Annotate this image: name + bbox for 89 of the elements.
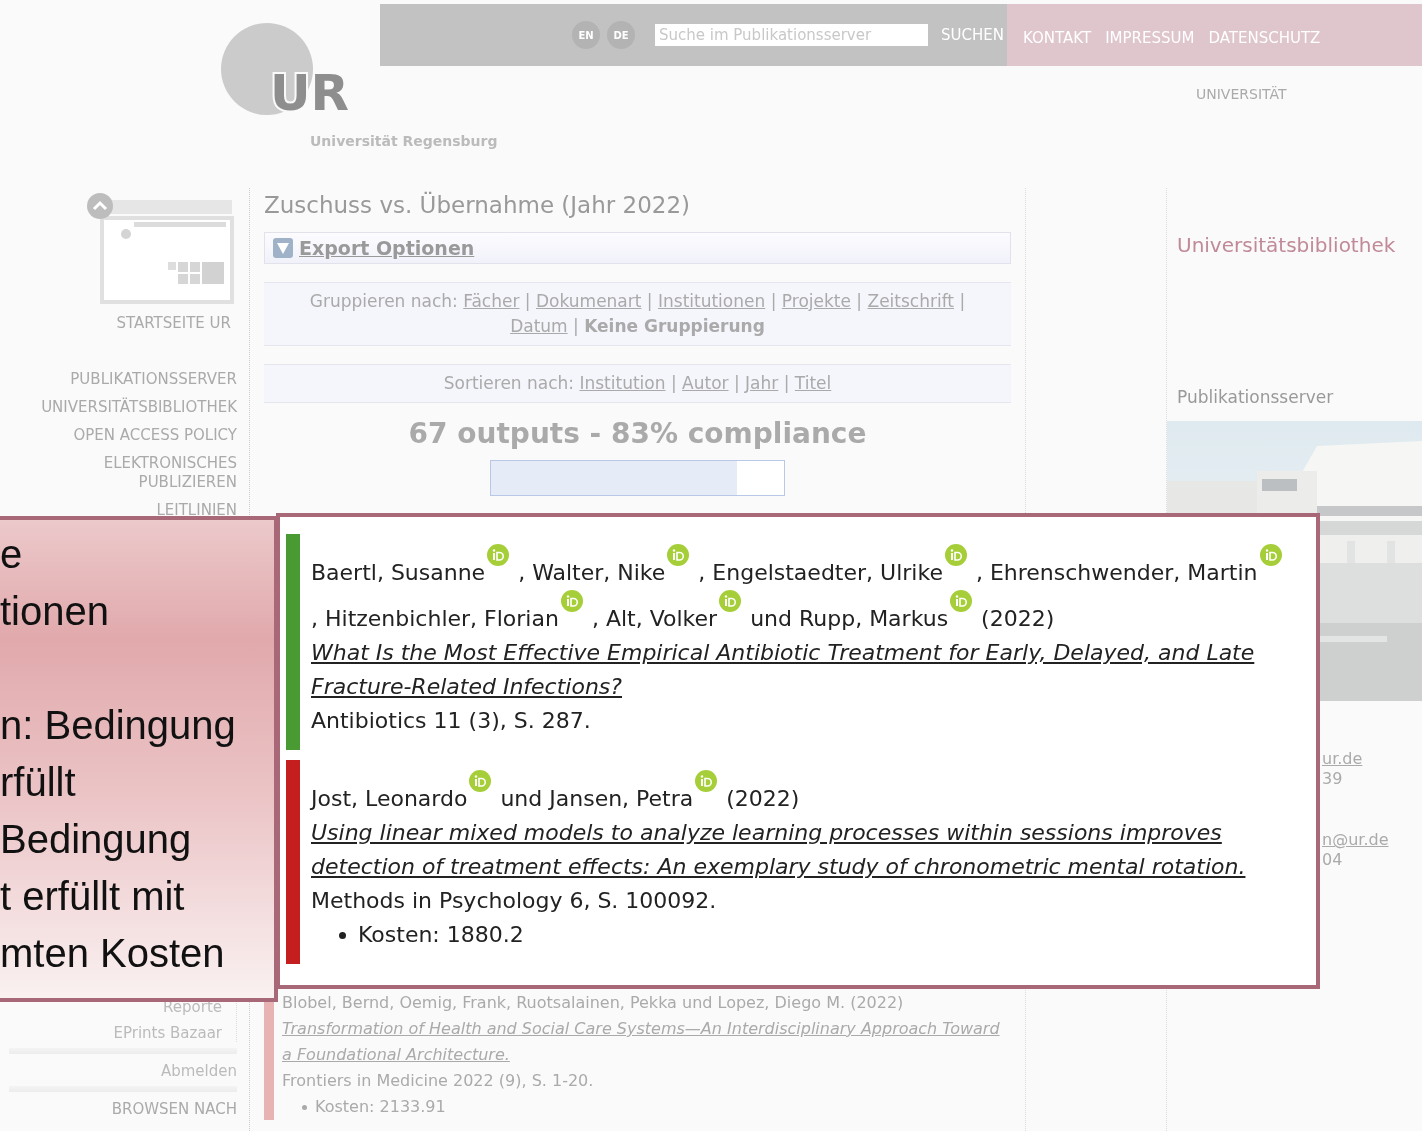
author-name: Baertl, Susanne [311,560,486,585]
publication-title-link[interactable]: Using linear mixed models to analyze learning processes within sessions improves detection of treatment effects: An exemplary study of chronometric mental rotation. [311,816,1286,884]
option-link[interactable]: Datum [510,316,568,336]
email-link[interactable]: ur.de [1322,749,1422,769]
separator: | [524,291,531,311]
compliance-summary: 67 outputs - 83% compliance [407,417,868,450]
selected-option[interactable]: Keine Gruppierung [584,316,765,336]
bullet-icon [302,1104,307,1110]
cost-text: Kosten: 2133.91 [315,1096,446,1118]
contact-text: 39 [1322,769,1344,789]
id-icon[interactable] [667,544,690,566]
option-label: Gruppieren nach: [309,291,458,311]
publication-title-link[interactable]: What Is the Most Effective Empirical Antibiotic Treatment for Early, Delayed, and Late Fracture-Related Infections? [311,636,1286,704]
callout-text: n: Bedingung [0,702,236,749]
separator: | [959,291,966,311]
option-link[interactable]: Jahr [745,373,779,393]
nav-link[interactable]: KONTAKT [1023,29,1092,47]
sidebar-menu-item[interactable]: EPrints Bazaar [113,1024,222,1042]
callout-text: t erfüllt mit [0,873,185,920]
nav-link[interactable]: DATENSCHUTZ [1208,29,1321,47]
separator: | [670,373,677,393]
separator: | [733,373,740,393]
author-name: und Rupp, Markus [750,606,949,631]
logo-subtitle: Universität Regensburg [310,133,498,149]
id-icon[interactable] [950,590,973,612]
id-icon[interactable] [719,590,742,612]
id-icon[interactable] [469,770,492,792]
section-label: UNIVERSITÄT [1196,86,1287,102]
option-link[interactable]: Dokumenart [536,291,642,311]
language-button[interactable]: DE [607,21,635,49]
contact-text: 04 [1322,850,1344,870]
separator: | [770,291,777,311]
author-name: , Alt, Volker [591,606,718,631]
page-title: Zuschuss vs. Übernahme (Jahr 2022) [264,190,692,220]
author-name: Blobel, Bernd, Oemig, Frank, Ruotsalainen, Pekka und Lopez, Diego M. [282,993,846,1012]
id-icon[interactable] [695,770,718,792]
publication-year: (2022) [981,606,1055,631]
option-link[interactable]: Institution [579,373,666,393]
publication-year: (2022) [850,993,904,1012]
option-link[interactable]: Fächer [463,291,520,311]
callout-text: tionen [0,588,109,635]
publication-source: Antibiotics 11 (3), S. 287. [311,708,591,733]
id-icon[interactable] [1259,544,1282,566]
option-link[interactable]: Zeitschrift [867,291,955,311]
nav-link[interactable]: IMPRESSUM [1105,29,1195,47]
option-label: Sortieren nach: [443,373,575,393]
separator: | [646,291,653,311]
callout-text: rfüllt [0,759,76,806]
home-link[interactable]: STARTSEITE UR [116,314,231,332]
publication-source: Frontiers in Medicine 2022 (9), S. 1-20. [282,1071,594,1090]
callout-text: mten Kosten [0,930,225,977]
callout-text: e [0,531,23,578]
id-icon[interactable] [944,544,967,566]
sidebar-nav-item[interactable]: UNIVERSITÄTSBIBLIOTHEK [41,398,237,417]
option-link[interactable]: Institutionen [658,291,766,311]
author-name: , Hitzenbichler, Florian [311,606,559,631]
email-link[interactable]: n@ur.de [1322,830,1422,850]
separator: | [783,373,790,393]
option-link[interactable]: Projekte [781,291,851,311]
sidebar-heading: Universitätsbibliothek [1177,233,1397,257]
option-link[interactable]: Titel [794,373,832,393]
author-name: Jost, Leonardo [311,786,468,811]
export-options-link[interactable]: Export Optionen [299,237,475,259]
dropdown-icon[interactable] [273,238,293,258]
sidebar-nav-item[interactable]: ELEKTRONISCHES PUBLIZIEREN [10,454,237,492]
author-name: , Walter, Nike [518,560,666,585]
sidebar-nav-item[interactable]: OPEN ACCESS POLICY [73,426,237,445]
separator: | [573,316,579,336]
language-button[interactable]: EN [572,21,600,49]
logout-link[interactable]: Abmelden [160,1062,237,1080]
search-button[interactable]: SUCHEN [941,26,1004,44]
author-name: und Jansen, Petra [500,786,694,811]
id-icon[interactable] [487,544,510,566]
cost-text: Kosten: 1880.2 [358,921,524,949]
author-name: , Engelstaedter, Ulrike [698,560,943,585]
sidebar-subheading: Publikationsserver [1177,387,1335,407]
sidebar-nav-item[interactable]: PUBLIKATIONSSERVER [70,370,237,389]
author-name: , Ehrenschwender, Martin [975,560,1258,585]
publication-title-link[interactable]: Transformation of Health and Social Care Systems—An Interdisciplinary Approach Toward a Foundational Architecture. [282,1016,1011,1068]
id-icon[interactable] [560,590,583,612]
bullet-icon [339,931,346,939]
website-thumbnail-icon[interactable] [86,192,236,306]
sidebar-heading: BROWSEN NACH [111,1100,237,1118]
callout-text: Bedingung [0,816,192,863]
publication-year: (2022) [726,786,800,811]
sidebar-nav-item[interactable]: LEITLINIEN [156,501,237,520]
option-link[interactable]: Autor [682,373,729,393]
publication-source: Methods in Psychology 6, S. 100092. [311,888,717,913]
separator: | [856,291,863,311]
